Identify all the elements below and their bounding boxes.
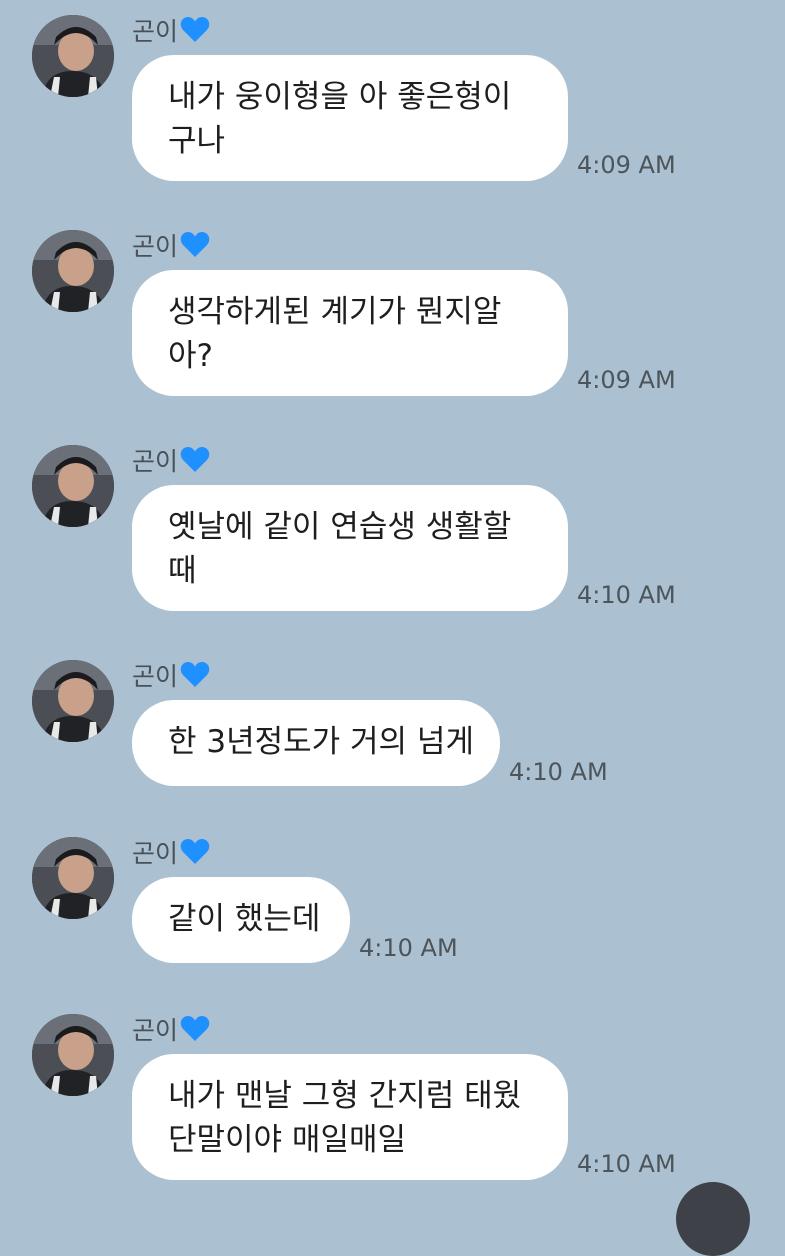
avatar[interactable] bbox=[32, 837, 114, 919]
avatar[interactable] bbox=[32, 15, 114, 97]
avatar[interactable] bbox=[32, 445, 114, 527]
message-bubble[interactable]: 내가 웅이형을 아 좋은형이 구나 bbox=[132, 55, 568, 181]
message-bubble[interactable]: 한 3년정도가 거의 넘게 bbox=[132, 700, 500, 786]
sender-name: 곤이 bbox=[132, 447, 210, 477]
sender-name: 곤이 bbox=[132, 17, 210, 47]
avatar[interactable] bbox=[32, 1014, 114, 1096]
sender-name: 곤이 bbox=[132, 1016, 210, 1046]
message-line: 아? bbox=[168, 338, 213, 374]
blue-heart-icon bbox=[180, 1016, 210, 1041]
avatar[interactable] bbox=[32, 660, 114, 742]
blue-heart-icon bbox=[180, 447, 210, 472]
chat-message-list[interactable]: 곤이 내가 웅이형을 아 좋은형이 구나 4:09 AM 곤이 생각하게된 계기… bbox=[0, 0, 785, 1256]
message-time: 4:09 AM bbox=[577, 366, 676, 394]
scroll-down-button[interactable] bbox=[676, 1182, 750, 1256]
message-time: 4:10 AM bbox=[577, 1150, 676, 1178]
message-line: 같이 했는데 bbox=[168, 901, 321, 937]
message-time: 4:10 AM bbox=[359, 934, 458, 962]
message-line: 때 bbox=[168, 553, 197, 589]
blue-heart-icon bbox=[180, 232, 210, 257]
message-line: 내가 웅이형을 아 좋은형이 bbox=[168, 79, 512, 115]
message-line: 내가 맨날 그형 간지럼 태웠 bbox=[168, 1078, 522, 1114]
avatar[interactable] bbox=[32, 230, 114, 312]
message-line: 구나 bbox=[168, 123, 226, 159]
message-time: 4:10 AM bbox=[577, 581, 676, 609]
blue-heart-icon bbox=[180, 839, 210, 864]
message-bubble[interactable]: 같이 했는데 bbox=[132, 877, 350, 963]
message-line: 단말이야 매일매일 bbox=[168, 1122, 407, 1158]
sender-name: 곤이 bbox=[132, 662, 210, 692]
message-bubble[interactable]: 생각하게된 계기가 뭔지알 아? bbox=[132, 270, 568, 396]
message-line: 한 3년정도가 거의 넘게 bbox=[168, 724, 474, 760]
blue-heart-icon bbox=[180, 662, 210, 687]
message-line: 옛날에 같이 연습생 생활할 bbox=[168, 509, 512, 545]
sender-name: 곤이 bbox=[132, 839, 210, 869]
message-time: 4:10 AM bbox=[509, 758, 608, 786]
blue-heart-icon bbox=[180, 17, 210, 42]
message-time: 4:09 AM bbox=[577, 151, 676, 179]
message-bubble[interactable]: 옛날에 같이 연습생 생활할 때 bbox=[132, 485, 568, 611]
message-bubble[interactable]: 내가 맨날 그형 간지럼 태웠 단말이야 매일매일 bbox=[132, 1054, 568, 1180]
sender-name: 곤이 bbox=[132, 232, 210, 262]
message-line: 생각하게된 계기가 뭔지알 bbox=[168, 294, 502, 330]
